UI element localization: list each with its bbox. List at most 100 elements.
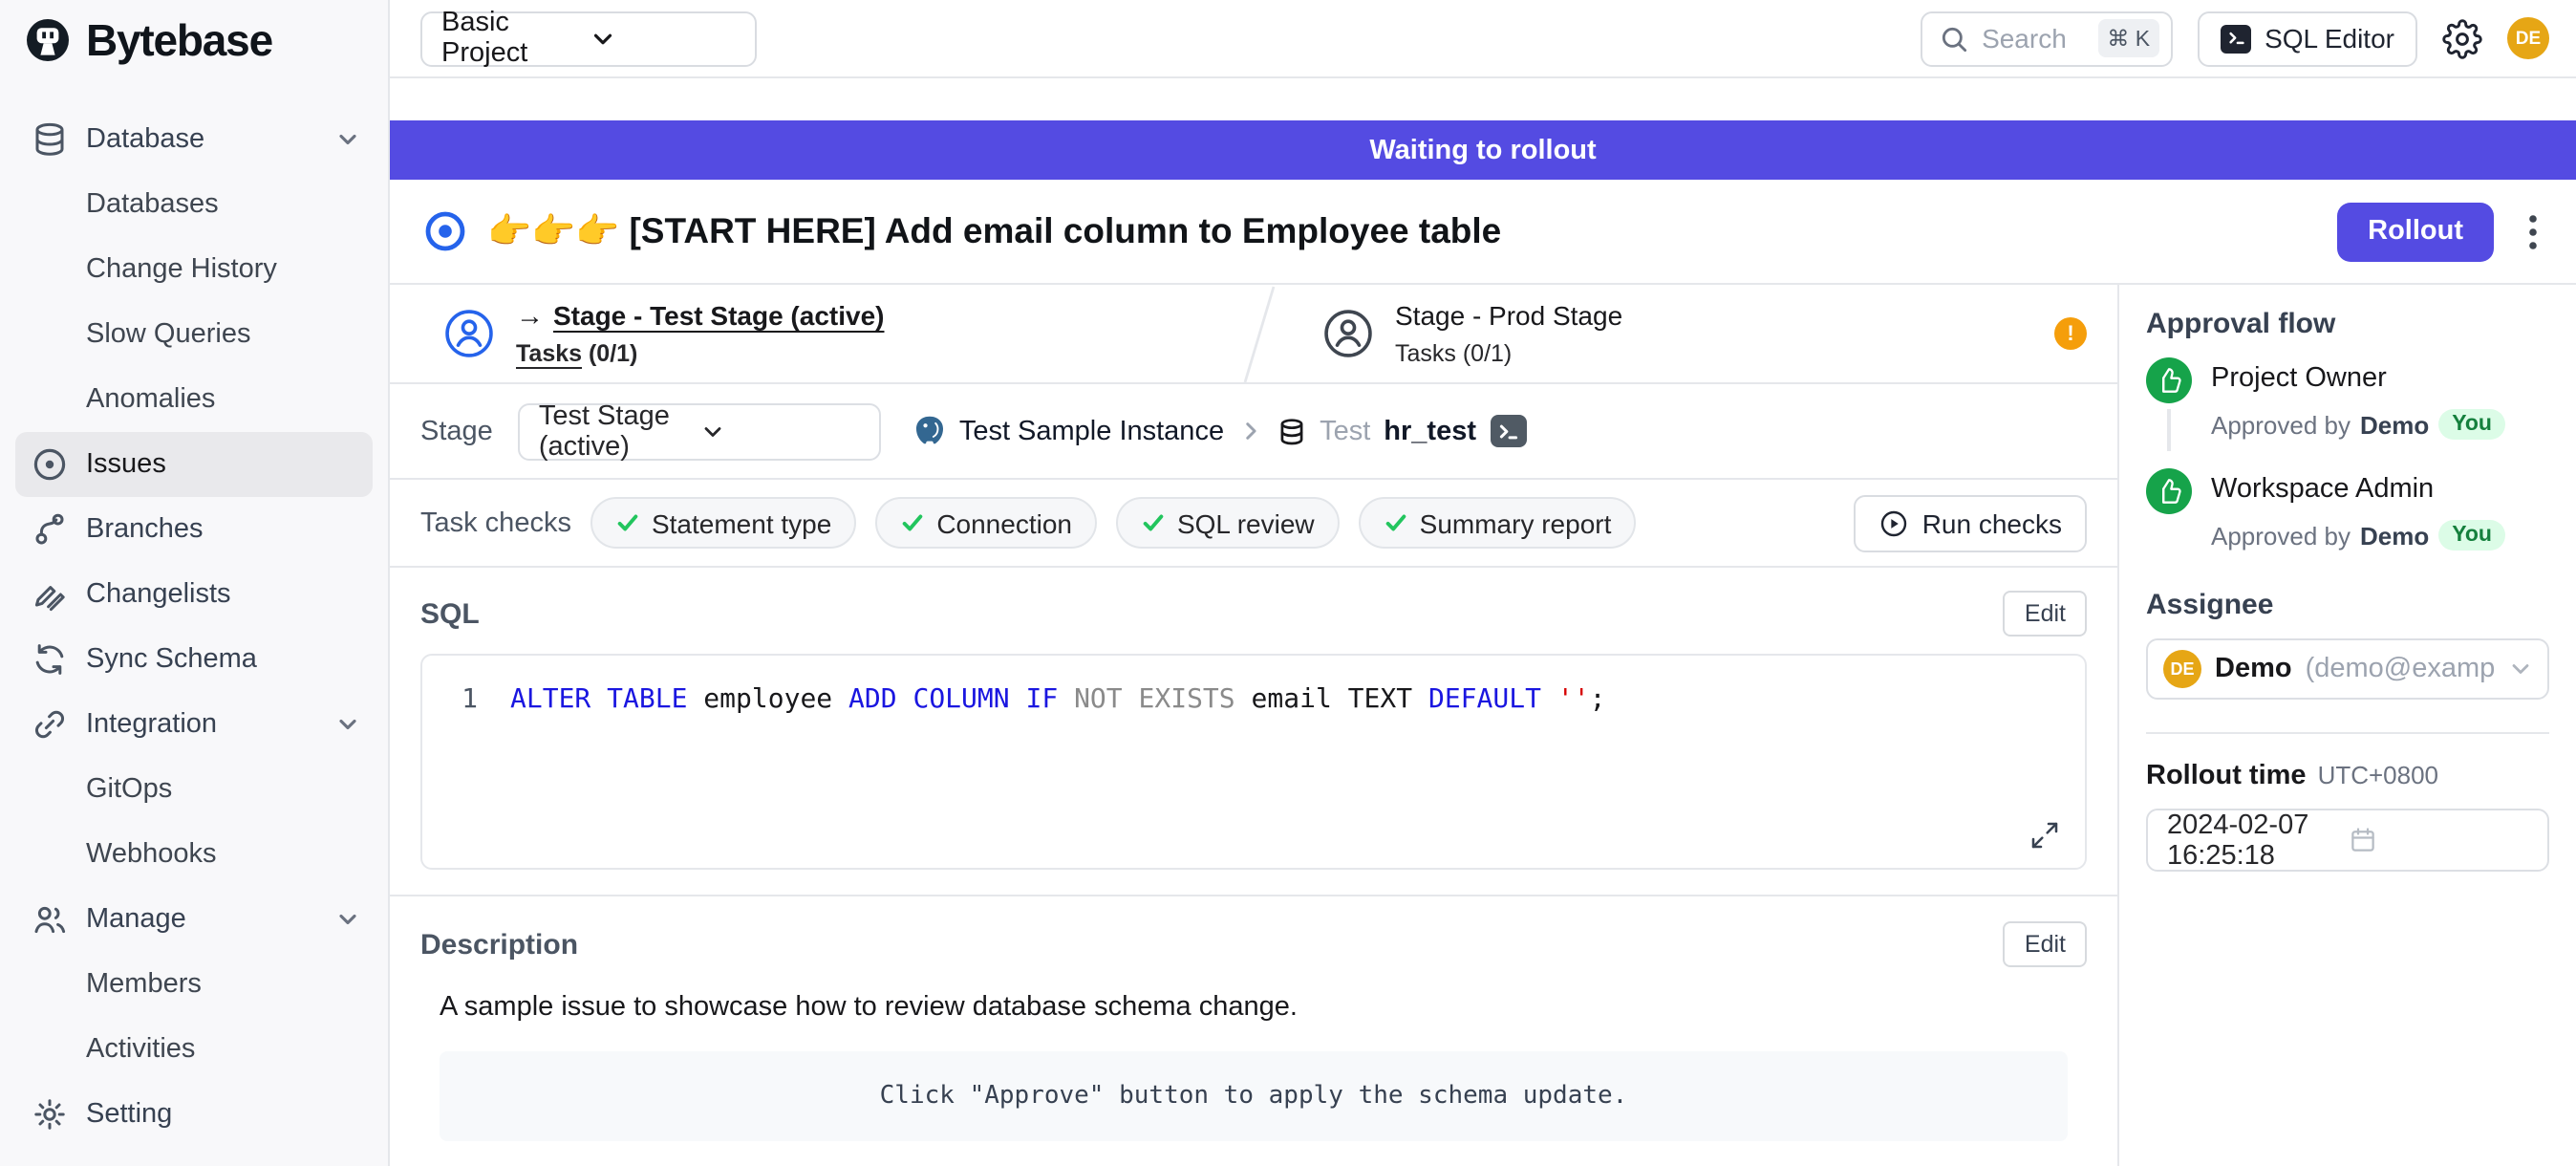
run-checks-button[interactable]: Run checks xyxy=(1854,494,2087,551)
rollout-button[interactable]: Rollout xyxy=(2337,202,2494,261)
database-icon xyxy=(31,120,69,159)
gear-icon xyxy=(31,1095,69,1134)
stage-warning-badge: ! xyxy=(2054,317,2087,350)
check-success-icon xyxy=(1384,510,1408,535)
kebab-menu-icon[interactable] xyxy=(2521,205,2545,257)
sidebar-item-issues[interactable]: Issues xyxy=(15,432,373,497)
check-pill-statement-type[interactable]: Statement type xyxy=(590,497,856,549)
search-field[interactable] xyxy=(1982,23,2084,54)
chevron-down-icon xyxy=(334,711,361,738)
description-section: Description Edit A sample issue to showc… xyxy=(390,895,2117,1141)
right-panel: Approval flow Project Owner Approved by … xyxy=(2117,285,2576,1166)
sidebar-item-webhooks[interactable]: Webhooks xyxy=(15,822,373,887)
approval-role: Project Owner xyxy=(2211,363,2505,394)
stage-tabs: →Stage - Test Stage (active) Tasks (0/1)… xyxy=(390,285,2117,384)
stage-person-icon xyxy=(1322,308,1374,359)
sidebar-item-database[interactable]: Database xyxy=(15,107,373,172)
database-icon xyxy=(1276,416,1306,446)
rollout-time-input[interactable]: 2024-02-07 16:25:18 xyxy=(2146,809,2549,872)
breadcrumb-chevron-icon xyxy=(1237,419,1262,443)
rollout-timezone: UTC+0800 xyxy=(2318,761,2438,789)
calendar-icon[interactable] xyxy=(2348,826,2528,854)
you-badge: You xyxy=(2438,520,2505,551)
sidebar-item-activities[interactable]: Activities xyxy=(15,1017,373,1082)
database-name[interactable]: hr_test xyxy=(1384,416,1476,446)
sidebar-item-change-history[interactable]: Change History xyxy=(15,237,373,302)
sidebar-item-setting[interactable]: Setting xyxy=(15,1082,373,1147)
users-icon xyxy=(31,900,69,939)
check-pill-summary-report[interactable]: Summary report xyxy=(1359,497,1637,549)
description-edit-button[interactable]: Edit xyxy=(2004,921,2087,967)
stage-select[interactable]: Test Stage (active) xyxy=(518,402,881,460)
sidebar-item-databases[interactable]: Databases xyxy=(15,172,373,237)
check-pill-sql-review[interactable]: SQL review xyxy=(1116,497,1340,549)
top-nav-right: ⌘ K SQL Editor DE xyxy=(1921,11,2549,66)
description-code-block: Click "Approve" button to apply the sche… xyxy=(440,1051,2068,1141)
check-pill-connection[interactable]: Connection xyxy=(875,497,1097,549)
panel-divider xyxy=(2146,732,2549,734)
sidebar-item-anomalies[interactable]: Anomalies xyxy=(15,367,373,432)
instance-name[interactable]: Test Sample Instance xyxy=(959,416,1224,446)
sidebar-item-changelists[interactable]: Changelists xyxy=(15,562,373,627)
sync-icon xyxy=(31,640,69,679)
sidebar-item-members[interactable]: Members xyxy=(15,952,373,1017)
chevron-down-icon xyxy=(334,126,361,153)
sql-editor-button[interactable]: SQL Editor xyxy=(2198,11,2417,66)
search-input[interactable]: ⌘ K xyxy=(1921,11,2173,66)
sql-section: SQL Edit 1 ALTER TABLE employee ADD COLU… xyxy=(390,568,2117,870)
stage-tab-prod[interactable]: Stage - Prod Stage Tasks (0/1) ! xyxy=(1277,285,2117,382)
sql-heading: SQL xyxy=(420,597,480,630)
assignee-select[interactable]: DE Demo (demo@example xyxy=(2146,638,2549,700)
status-banner: Waiting to rollout xyxy=(390,120,2576,180)
rollout-time-heading: Rollout time xyxy=(2146,761,2307,791)
project-selector[interactable]: Basic Project xyxy=(420,11,757,66)
sidebar: Bytebase Database Databases Change Histo… xyxy=(0,0,390,1166)
sql-edit-button[interactable]: Edit xyxy=(2004,591,2087,637)
brand-wordmark: Bytebase xyxy=(86,14,272,66)
sidebar-item-manage[interactable]: Manage xyxy=(15,887,373,952)
git-branch-icon xyxy=(31,510,69,549)
open-sql-editor-icon[interactable] xyxy=(1490,415,1526,447)
sidebar-item-gitops[interactable]: GitOps xyxy=(15,757,373,822)
expand-icon[interactable] xyxy=(2029,820,2060,851)
assignee-avatar: DE xyxy=(2163,650,2201,688)
sidebar-item-sync-schema[interactable]: Sync Schema xyxy=(15,627,373,692)
current-stage-arrow: → xyxy=(516,302,544,333)
link-icon xyxy=(31,705,69,744)
issue-status-icon xyxy=(424,210,466,252)
sql-statement: ALTER TABLE employee ADD COLUMN IF NOT E… xyxy=(510,680,1605,719)
check-success-icon xyxy=(900,510,925,535)
sidebar-item-slow-queries[interactable]: Slow Queries xyxy=(15,302,373,367)
check-success-icon xyxy=(615,510,640,535)
approval-connector xyxy=(2167,409,2171,451)
settings-gear-icon[interactable] xyxy=(2442,18,2482,58)
task-checks-label: Task checks xyxy=(420,507,571,538)
issues-icon xyxy=(31,445,69,484)
bytebase-logo[interactable]: Bytebase xyxy=(0,0,388,80)
database-breadcrumb: Test Sample Instance Test hr_test xyxy=(913,415,1526,447)
changelist-pencils-icon xyxy=(31,575,69,614)
chevron-down-icon xyxy=(334,906,361,933)
approval-step-project-owner: Project Owner Approved by Demo You xyxy=(2146,357,2549,451)
stage-separator xyxy=(1242,285,1277,382)
approval-step-workspace-admin: Workspace Admin Approved by Demo You xyxy=(2146,468,2549,551)
line-number: 1 xyxy=(422,680,510,719)
sql-code-block[interactable]: 1 ALTER TABLE employee ADD COLUMN IF NOT… xyxy=(420,654,2087,870)
you-badge: You xyxy=(2438,409,2505,440)
top-nav: Basic Project ⌘ K SQL Editor DE xyxy=(390,0,2576,78)
stage-select-row: Stage Test Stage (active) Test Sample In… xyxy=(390,384,2117,480)
description-heading: Description xyxy=(420,928,578,961)
stage-tab-test[interactable]: →Stage - Test Stage (active) Tasks (0/1) xyxy=(390,285,1242,382)
bytebase-mascot-icon xyxy=(25,17,71,63)
environment-label: Test xyxy=(1320,416,1370,446)
user-avatar[interactable]: DE xyxy=(2507,17,2549,59)
sidebar-item-integration[interactable]: Integration xyxy=(15,692,373,757)
center-column: →Stage - Test Stage (active) Tasks (0/1)… xyxy=(390,285,2117,1166)
main-area: Basic Project ⌘ K SQL Editor DE Waiting … xyxy=(390,0,2576,1166)
sidebar-nav: Database Databases Change History Slow Q… xyxy=(0,80,388,1147)
postgresql-icon xyxy=(913,415,946,447)
sidebar-item-branches[interactable]: Branches xyxy=(15,497,373,562)
approved-thumbs-up-icon xyxy=(2146,468,2192,514)
issue-title-row: 👉👉👉 [START HERE] Add email column to Emp… xyxy=(390,180,2576,283)
issue-title: 👉👉👉 [START HERE] Add email column to Emp… xyxy=(487,210,2316,252)
